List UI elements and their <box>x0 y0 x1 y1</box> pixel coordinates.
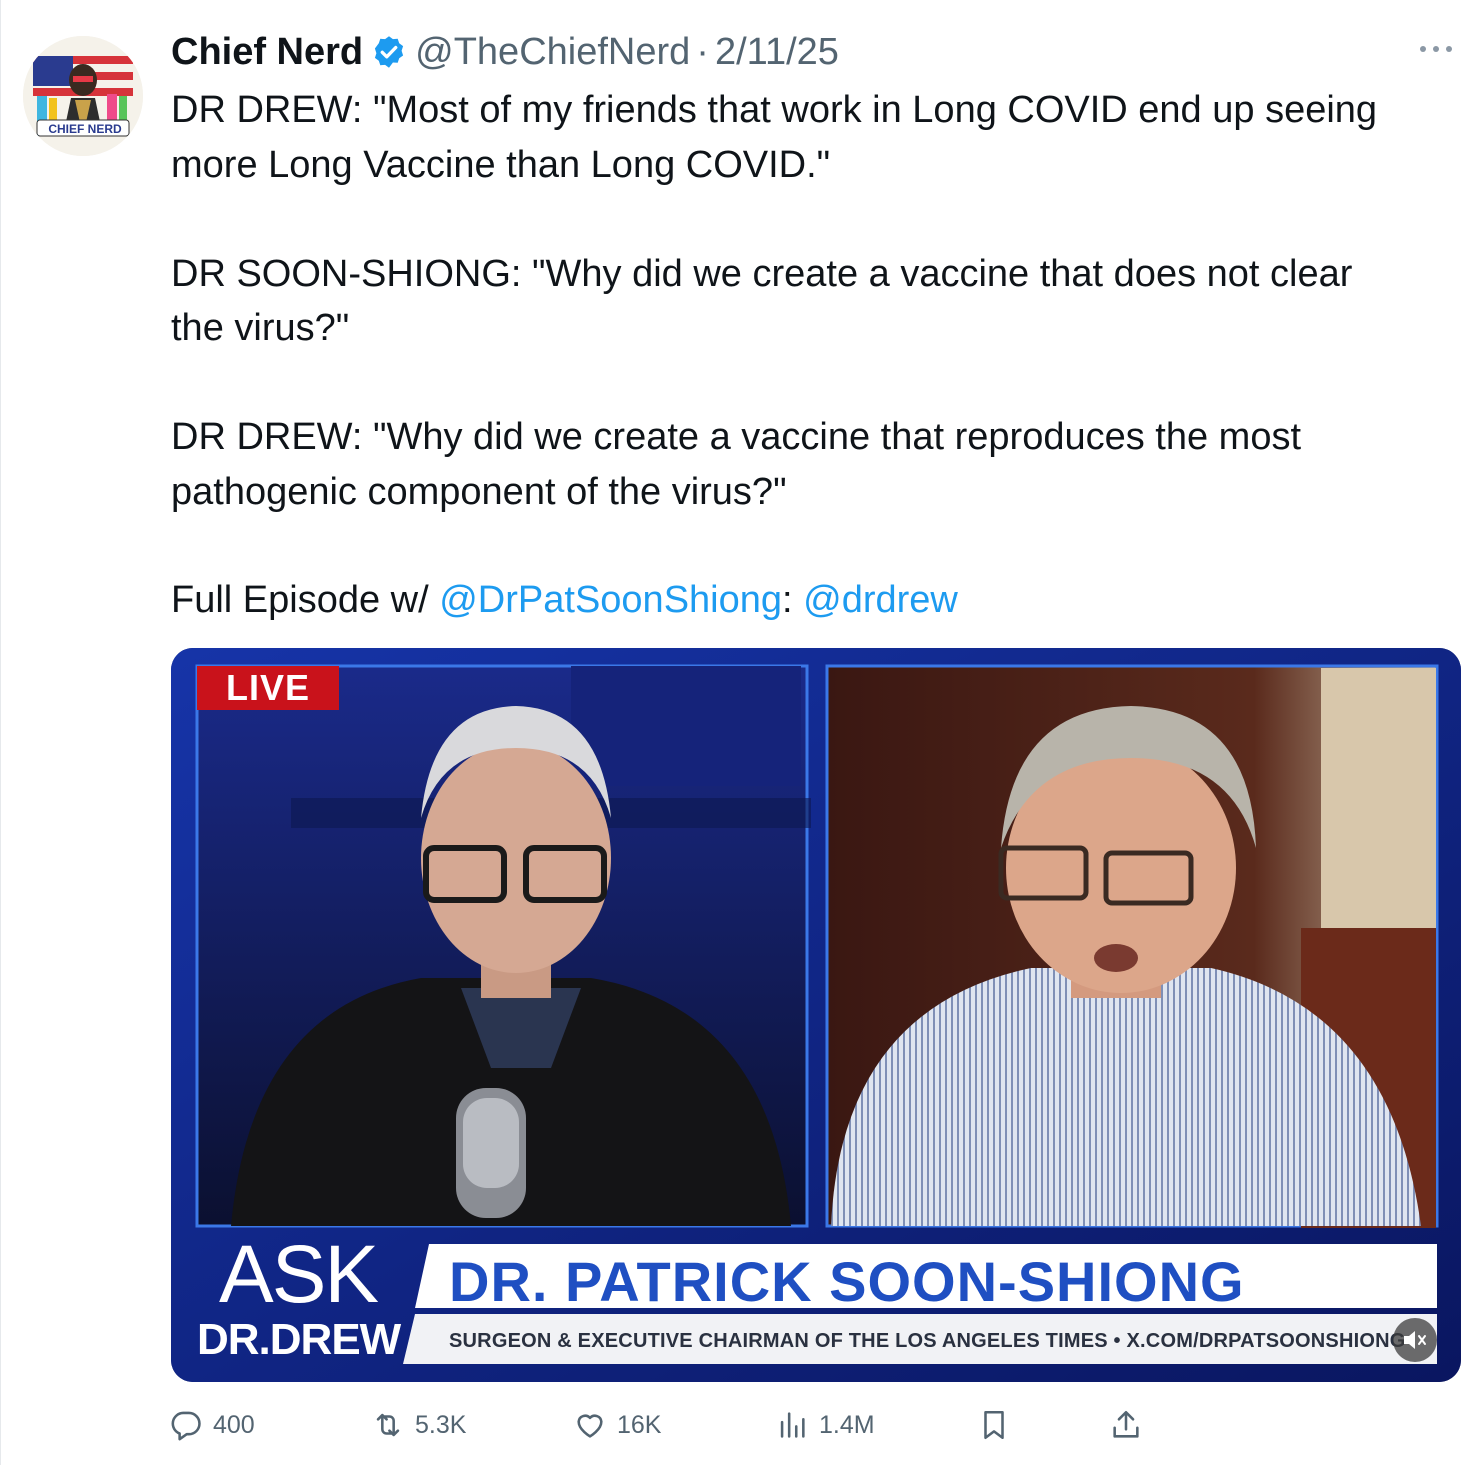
show-logo-drdrew: DR.DREW <box>197 1315 401 1364</box>
mute-icon[interactable] <box>1393 1318 1437 1362</box>
tweet-header: Chief Nerd @TheChiefNerd · 2/11/25 <box>171 30 839 74</box>
mention-drdrew[interactable]: @drdrew <box>803 579 958 621</box>
bookmark-icon <box>984 1410 1004 1440</box>
guest-name: DR. PATRICK SOON-SHIONG <box>449 1250 1245 1313</box>
views-icon <box>780 1412 805 1438</box>
avatar-label: CHIEF NERD <box>48 122 122 136</box>
more-icon[interactable] <box>1416 34 1456 64</box>
verified-badge-icon[interactable] <box>371 34 407 70</box>
action-bar: 400 5.3K 16K 1.4M <box>169 1402 1169 1448</box>
bookmark-button[interactable] <box>977 1402 1021 1448</box>
avatar[interactable] <box>23 36 143 156</box>
reply-icon <box>171 1411 201 1441</box>
mention-drpatsoonshiong[interactable]: @DrPatSoonShiong <box>439 579 782 621</box>
views-button[interactable]: 1.4M <box>775 1402 875 1448</box>
live-badge: LIVE <box>197 666 339 710</box>
separator-dot: · <box>696 30 709 73</box>
text-line: the virus?" <box>171 307 350 349</box>
share-button[interactable] <box>1109 1402 1153 1448</box>
tweet-date[interactable]: 2/11/25 <box>715 31 839 74</box>
avatar-image <box>23 36 143 156</box>
views-count: 1.4M <box>819 1410 875 1439</box>
reply-count: 400 <box>213 1410 255 1439</box>
reply-button[interactable]: 400 <box>169 1402 255 1448</box>
guest-subtitle: SURGEON & EXECUTIVE CHAIRMAN OF THE LOS … <box>449 1330 1406 1352</box>
episode-prefix: Full Episode w/ <box>171 579 440 621</box>
tweet[interactable]: CHIEF NERD Chief Nerd @TheChiefNerd · 2/… <box>0 0 1478 1465</box>
tweet-text: DR DREW: "Most of my friends that work i… <box>171 83 1441 628</box>
text-line: pathogenic component of the virus?" <box>171 470 787 513</box>
text-line-links: Full Episode w/ @DrPatSoonShiong: @drdre… <box>171 573 1441 628</box>
text-line: DR DREW: "Most of my friends that work i… <box>171 89 1378 131</box>
show-logo-ask: ASK <box>219 1229 379 1320</box>
text-line: more Long Vaccine than Long COVID." <box>171 143 831 186</box>
author-handle[interactable]: @TheChiefNerd <box>415 31 690 74</box>
repost-button[interactable]: 5.3K <box>371 1402 466 1448</box>
text-line: DR SOON-SHIONG: "Why did we create a vac… <box>171 252 1353 295</box>
like-count: 16K <box>617 1410 662 1439</box>
repost-count: 5.3K <box>415 1410 467 1439</box>
share-icon <box>1113 1410 1139 1438</box>
repost-icon <box>376 1413 400 1437</box>
like-button[interactable]: 16K <box>573 1402 661 1448</box>
author-name[interactable]: Chief Nerd <box>171 31 363 74</box>
colon: : <box>782 579 804 621</box>
video-player[interactable]: LIVE ASK DR.DREW DR. PATRICK SOON-SHIONG… <box>171 648 1461 1382</box>
text-line: DR DREW: "Why did we create a vaccine th… <box>171 416 1302 458</box>
like-icon <box>577 1414 603 1438</box>
